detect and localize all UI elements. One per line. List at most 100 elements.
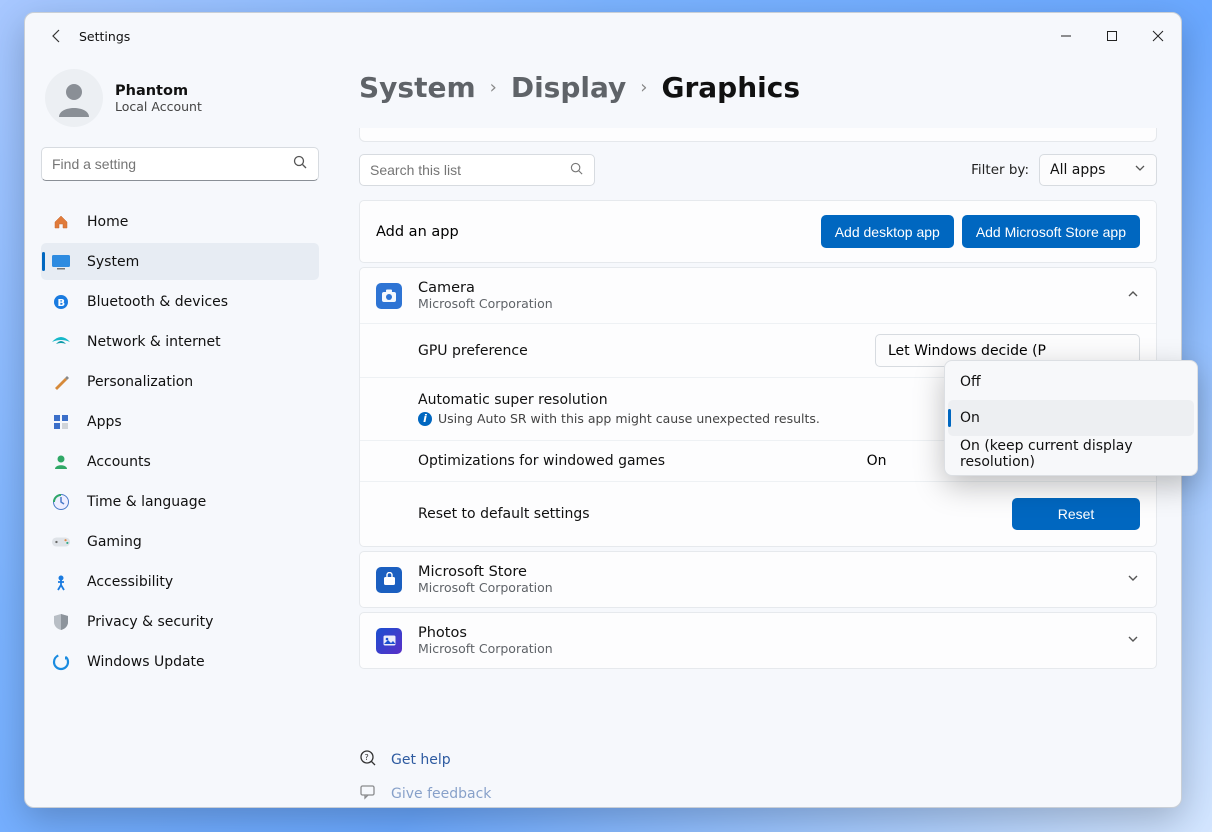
nav-icon [51,412,71,432]
sidebar-item-time-language[interactable]: Time & language [41,483,319,520]
sidebar-item-label: Windows Update [87,654,205,670]
menu-item-on[interactable]: On [948,400,1194,436]
sidebar-item-label: Time & language [87,494,206,510]
feedback-icon [359,783,377,805]
breadcrumb-graphics: Graphics [661,71,800,104]
sidebar-item-system[interactable]: System [41,243,319,280]
nav-icon [51,452,71,472]
nav-icon [51,212,71,232]
auto-sr-dropdown-menu: Off On On (keep current display resoluti… [944,360,1198,476]
sidebar-item-gaming[interactable]: Gaming [41,523,319,560]
chevron-down-icon [1126,570,1140,589]
help-icon: ? [359,749,377,771]
minimize-button[interactable] [1043,18,1089,54]
breadcrumb: System › Display › Graphics [359,71,1157,104]
sidebar-item-label: System [87,254,139,270]
nav-icon [51,572,71,592]
auto-sr-note: i Using Auto SR with this app might caus… [418,411,820,426]
add-store-app-button[interactable]: Add Microsoft Store app [962,215,1140,248]
sidebar-item-bluetooth-devices[interactable]: B Bluetooth & devices [41,283,319,320]
window-title: Settings [79,29,130,44]
maximize-button[interactable] [1089,18,1135,54]
sidebar-item-label: Accounts [87,454,151,470]
auto-sr-label: Automatic super resolution [418,392,820,408]
windowed-games-state: On [867,453,887,469]
chevron-up-icon [1126,286,1140,305]
profile-subtitle: Local Account [115,99,202,114]
sidebar-item-apps[interactable]: Apps [41,403,319,440]
filter-value: All apps [1050,162,1105,178]
nav-icon [51,612,71,632]
chevron-right-icon: › [490,77,497,98]
sidebar-item-label: Home [87,214,128,230]
sidebar-search[interactable] [41,147,319,181]
app-name: Photos [418,625,553,641]
sidebar-search-input[interactable] [52,156,293,172]
chevron-down-icon [1134,162,1146,178]
add-app-card: Add an app Add desktop app Add Microsoft… [359,200,1157,263]
add-desktop-app-button[interactable]: Add desktop app [821,215,954,248]
gpu-preference-label: GPU preference [418,343,528,359]
sidebar-item-home[interactable]: Home [41,203,319,240]
profile[interactable]: Phantom Local Account [41,61,319,147]
give-feedback-link[interactable]: Give feedback [359,783,491,805]
sidebar-item-privacy-security[interactable]: Privacy & security [41,603,319,640]
filter-combo[interactable]: All apps [1039,154,1157,186]
nav-icon [51,532,71,552]
sidebar-item-label: Gaming [87,534,142,550]
sidebar-item-label: Personalization [87,374,193,390]
sidebar-item-label: Bluetooth & devices [87,294,228,310]
svg-text:B: B [58,298,66,309]
svg-text:?: ? [365,753,369,762]
app-name: Microsoft Store [418,564,553,580]
menu-item-off[interactable]: Off [948,364,1194,400]
list-search[interactable] [359,154,595,186]
info-icon: i [418,412,432,426]
reset-button[interactable]: Reset [1012,498,1140,530]
collapsed-card-top [359,128,1157,142]
chevron-right-icon: › [640,77,647,98]
app-publisher: Microsoft Corporation [418,641,553,656]
filter-label: Filter by: [971,162,1029,178]
reset-label: Reset to default settings [418,506,590,522]
nav-icon [51,492,71,512]
sidebar-item-label: Apps [87,414,122,430]
breadcrumb-system[interactable]: System [359,71,476,104]
camera-icon [376,283,402,309]
search-icon [293,155,308,174]
app-publisher: Microsoft Corporation [418,296,553,311]
app-header-camera[interactable]: Camera Microsoft Corporation [360,268,1156,323]
list-search-input[interactable] [370,162,570,178]
nav-icon [51,652,71,672]
sidebar-item-network-internet[interactable]: Network & internet [41,323,319,360]
photos-icon [376,628,402,654]
app-card-store[interactable]: Microsoft Store Microsoft Corporation [359,551,1157,608]
add-app-label: Add an app [376,224,459,240]
sidebar-item-accessibility[interactable]: Accessibility [41,563,319,600]
sidebar-item-personalization[interactable]: Personalization [41,363,319,400]
nav-icon [51,332,71,352]
windowed-games-label: Optimizations for windowed games [418,453,665,469]
get-help-link[interactable]: ? Get help [359,749,491,771]
back-button[interactable] [37,16,77,56]
sidebar-item-label: Privacy & security [87,614,213,630]
sidebar-item-windows-update[interactable]: Windows Update [41,643,319,680]
search-icon [570,161,584,180]
breadcrumb-display[interactable]: Display [511,71,626,104]
avatar [45,69,103,127]
store-icon [376,567,402,593]
sidebar-item-accounts[interactable]: Accounts [41,443,319,480]
reset-row: Reset to default settings Reset [360,481,1156,546]
close-button[interactable] [1135,18,1181,54]
titlebar: Settings [25,13,1181,59]
menu-item-on-keep[interactable]: On (keep current display resolution) [948,436,1194,472]
sidebar: Phantom Local Account Home System B Bluetoo… [25,59,335,807]
app-card-photos[interactable]: Photos Microsoft Corporation [359,612,1157,669]
app-name: Camera [418,280,553,296]
chevron-down-icon [1126,631,1140,650]
app-publisher: Microsoft Corporation [418,580,553,595]
sidebar-item-label: Network & internet [87,334,221,350]
profile-name: Phantom [115,83,202,99]
nav-icon [51,252,71,272]
sidebar-item-label: Accessibility [87,574,173,590]
